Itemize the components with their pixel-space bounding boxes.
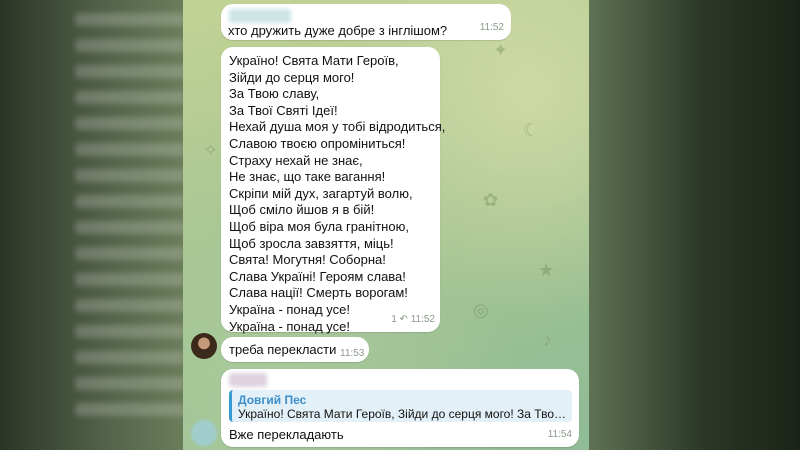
message-text: Вже перекладають xyxy=(229,427,344,442)
sender-name-blurred xyxy=(229,9,291,23)
forward-count: 1 xyxy=(391,314,397,326)
message-meta: 1 ↶ 11:52 xyxy=(391,312,435,329)
right-blurred-panel xyxy=(589,0,800,450)
reply-quote[interactable]: Довгий Пес Україно! Свята Мати Героїв, З… xyxy=(229,390,572,422)
message-bubble[interactable]: треба перекласти 11:53 xyxy=(221,337,369,362)
chat-area: ✦ ☾ ✿ ★ ◎ ♪ ❀ ✧ хто дружить дуже добре з… xyxy=(183,0,589,450)
avatar[interactable] xyxy=(191,333,217,359)
message-text: треба перекласти xyxy=(229,342,337,357)
message-bubble[interactable]: Довгий Пес Україно! Свята Мати Героїв, З… xyxy=(221,369,579,447)
message-bubble[interactable]: хто дружить дуже добре з інглішом? 11:52 xyxy=(221,4,511,40)
left-blurred-panel xyxy=(0,0,183,450)
message-text: Україно! Свята Мати Героїв, Зійди до сер… xyxy=(229,53,446,334)
sender-name-blurred xyxy=(229,373,267,387)
message-time: 11:52 xyxy=(479,22,504,34)
reply-arrow-icon: ↶ xyxy=(399,314,408,326)
message-bubble[interactable]: Україно! Свята Мати Героїв, Зійди до сер… xyxy=(221,47,445,334)
message-time: 11:52 xyxy=(410,314,435,326)
message-time: 11:54 xyxy=(547,429,572,441)
message-text: хто дружить дуже добре з інглішом? xyxy=(228,23,448,38)
reply-snippet: Україно! Свята Мати Героїв, Зійди до сер… xyxy=(238,407,568,421)
message-time: 11:53 xyxy=(340,348,365,359)
avatar[interactable] xyxy=(191,420,217,446)
